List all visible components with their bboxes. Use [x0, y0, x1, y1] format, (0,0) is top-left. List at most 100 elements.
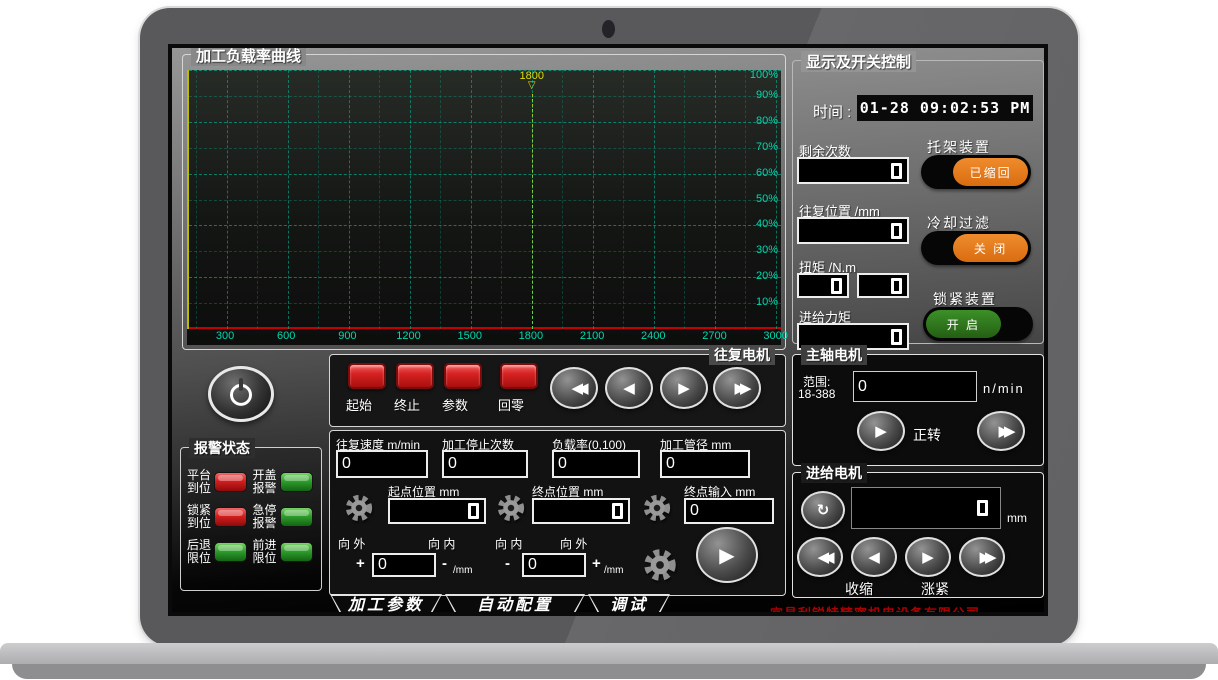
jog-in-label: 向 内 — [495, 537, 523, 551]
alarm-lock: 锁紧 到位 — [187, 504, 253, 530]
minus-sign: - — [505, 555, 510, 572]
alarm-back-limit: 后退 限位 — [187, 539, 253, 565]
cooling-state: 关 闭 — [953, 234, 1028, 262]
feed-rewind-button[interactable]: ◀◀ — [797, 537, 843, 577]
bracket-toggle[interactable]: 已缩回 — [921, 155, 1031, 189]
spindle-speed-input[interactable]: 0 — [853, 371, 977, 402]
alarm-forward-limit: 前进 限位 — [253, 539, 319, 565]
load-curve-chart: 1800 ▽ 100% 90% 80% 70% 60% 50% 40% 30% 20% 10% 3… — [187, 69, 788, 345]
feed-position-display: 0 — [851, 487, 1001, 529]
display-switch-panel: 显示及开关控制 时间 : 01-28 09:02:53 PM 剩余次数 0 托架… — [792, 51, 1044, 350]
lock-led — [214, 507, 248, 527]
spindle-range-value: 18-388 — [798, 387, 836, 401]
tab-auto-config[interactable]: 自动配置 — [445, 594, 585, 616]
bracket-label: 托架装置 — [927, 139, 991, 155]
recip-pos-display: 0 — [797, 217, 909, 244]
alarm-estop: 急停 报警 — [253, 504, 319, 530]
spindle-title: 主轴电机 — [801, 345, 867, 365]
load-curve-panel: 加工负载率曲线 1800 ▽ 100% 90% 80% 70% 60% 50% 40% 30%… — [182, 48, 788, 350]
hmi-screen: 加工负载率曲线 1800 ▽ 100% 90% 80% 70% 60% 50% 40% 30%… — [168, 44, 1048, 616]
recip-speed-input[interactable]: 0 — [336, 450, 428, 478]
start-pos-display: 0 — [388, 498, 486, 524]
spindle-forward-label: 正转 — [913, 427, 941, 443]
laptop-base-bottom — [12, 664, 1206, 679]
cooling-toggle[interactable]: 关 闭 — [921, 231, 1031, 265]
power-button[interactable] — [208, 366, 274, 422]
torque-display-2: 0 — [857, 273, 909, 298]
pipe-dia-input[interactable]: 0 — [660, 450, 750, 478]
jog-outward-group: 向 外 向 内 + 0 - /mm — [336, 535, 488, 583]
page: 加工负载率曲线 1800 ▽ 100% 90% 80% 70% 60% 50% 40% 30%… — [0, 0, 1218, 680]
cover-led — [279, 472, 313, 492]
alarm-row: 锁紧 到位 急停 报警 — [187, 504, 318, 530]
recip-param-button[interactable] — [444, 363, 482, 389]
platform-led — [214, 472, 248, 492]
lock-state: 开 启 — [926, 310, 1001, 338]
spindle-fast-forward-button[interactable]: ▶▶ — [977, 411, 1025, 451]
spindle-unit: n/min — [983, 381, 1025, 396]
recip-fast-forward-button[interactable]: ▶▶ — [713, 367, 761, 409]
feed-tighten-label: 涨紧 — [921, 581, 949, 597]
feed-unit: mm — [1007, 511, 1027, 525]
gear-icon[interactable] — [642, 493, 672, 523]
bracket-state: 已缩回 — [953, 158, 1028, 186]
alarm-platform: 平台 到位 — [187, 469, 253, 495]
remaining-display: 0 — [797, 157, 909, 184]
lock-toggle[interactable]: 开 启 — [923, 307, 1033, 341]
feed-back-button[interactable]: ◀ — [851, 537, 897, 577]
laptop-frame: 加工负载率曲线 1800 ▽ 100% 90% 80% 70% 60% 50% 40% 30%… — [140, 8, 1078, 646]
feed-title: 进给电机 — [801, 463, 867, 483]
webcam-icon — [602, 20, 615, 38]
alarm-title: 报警状态 — [189, 438, 255, 458]
end-pos-display: 0 — [532, 498, 630, 524]
recip-zero-button[interactable] — [500, 363, 538, 389]
feed-fast-forward-button[interactable]: ▶▶ — [959, 537, 1005, 577]
tab-processing-params[interactable]: 加工参数 — [330, 594, 442, 616]
recip-stop-button[interactable] — [396, 363, 434, 389]
gear-icon[interactable] — [496, 493, 526, 523]
stop-count-input[interactable]: 0 — [442, 450, 528, 478]
recip-param-label: 参数 — [442, 398, 469, 413]
jog-out-label: 向 外 — [338, 537, 366, 551]
panel-title: 显示及开关控制 — [801, 51, 917, 72]
back-limit-led — [214, 542, 248, 562]
plus-sign: + — [356, 555, 365, 572]
gear-icon[interactable] — [344, 493, 374, 523]
recip-zero-label: 回零 — [498, 398, 525, 413]
time-label: 时间 : — [813, 104, 852, 121]
chart-x-axis — [189, 327, 781, 329]
end-input-field[interactable]: 0 — [684, 498, 774, 524]
jog-unit: /mm — [453, 565, 473, 576]
minus-sign: - — [442, 555, 447, 572]
recip-motor-panel: 往复电机 起始 终止 参数 回零 ◀◀ ◀ ▶ ▶▶ — [329, 345, 786, 427]
feed-motor-panel: 进给电机 ↻ 0 mm ◀◀ ◀ ▶ ▶▶ 收缩 涨紧 — [792, 463, 1044, 598]
recip-start-button[interactable] — [348, 363, 386, 389]
recip-title: 往复电机 — [709, 345, 775, 365]
run-button[interactable]: ▶ — [696, 527, 758, 583]
chart-title: 加工负载率曲线 — [191, 48, 307, 66]
estop-led — [279, 507, 313, 527]
chart-xlabels: 300 600 900 1200 1500 1800 2100 2400 2700 3000 — [215, 330, 788, 342]
bottom-tabs: 加工参数 自动配置 调试 — [330, 594, 670, 616]
recip-forward-button[interactable]: ▶ — [660, 367, 708, 409]
gear-icon[interactable] — [642, 547, 678, 583]
feed-reset-button[interactable]: ↻ — [801, 491, 845, 529]
spindle-forward-button[interactable]: ▶ — [857, 411, 905, 451]
jog-in-input[interactable]: 0 — [522, 553, 586, 577]
plus-sign: + — [592, 555, 601, 572]
recip-rewind-button[interactable]: ◀◀ — [550, 367, 598, 409]
recip-start-label: 起始 — [346, 398, 373, 413]
jog-out-input[interactable]: 0 — [372, 553, 436, 577]
tab-debug[interactable]: 调试 — [588, 594, 670, 616]
params-panel: 往复速度 m/min 0 加工停止次数 0 负载率(0,100) 0 加工管径 … — [329, 430, 786, 596]
jog-out-label: 向 外 — [560, 537, 588, 551]
jog-inward-group: 向 内 向 外 - 0 + /mm — [492, 535, 642, 583]
jog-unit: /mm — [604, 565, 624, 576]
recip-back-button[interactable]: ◀ — [605, 367, 653, 409]
alarm-status-panel: 报警状态 平台 到位 开盖 报警 锁紧 到位 急停 报警 后退 限位 前进 限位 — [180, 438, 322, 591]
feed-forward-button[interactable]: ▶ — [905, 537, 951, 577]
alarm-row: 后退 限位 前进 限位 — [187, 539, 318, 565]
torque-display-1: 0 — [797, 273, 849, 298]
load-rate-input[interactable]: 0 — [552, 450, 640, 478]
spindle-motor-panel: 主轴电机 范围: 18-388 0 n/min ▶ 正转 ▶▶ — [792, 345, 1044, 466]
